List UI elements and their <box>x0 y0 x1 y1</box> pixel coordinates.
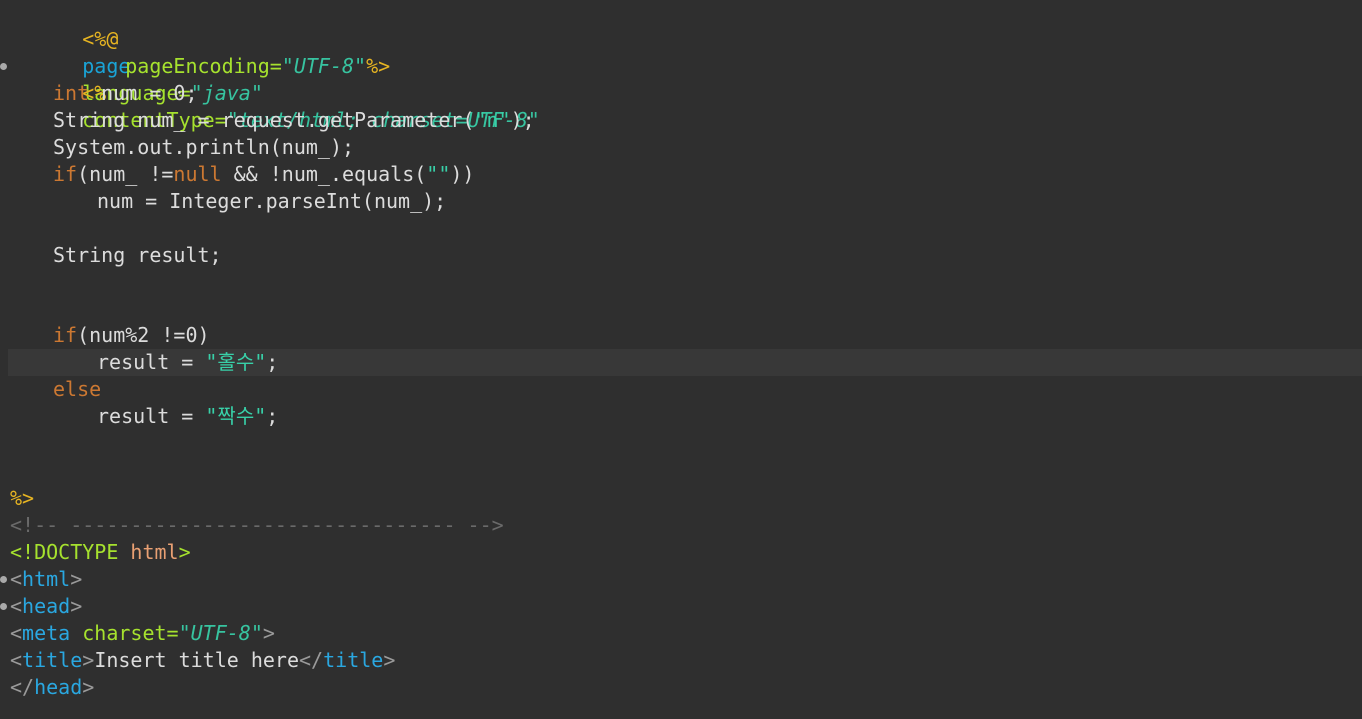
code-line-21[interactable]: <!DOCTYPE html> <box>0 539 1362 566</box>
fold-toggle-icon[interactable] <box>0 603 7 610</box>
fold-toggle-icon[interactable] <box>0 63 7 70</box>
keyword-if: if <box>53 323 78 347</box>
tag-bracket: > <box>262 621 275 645</box>
code-line-6[interactable]: System.out.println(num_); <box>0 134 1362 161</box>
doctype-name: html <box>118 540 179 564</box>
tag-bracket: > <box>70 594 83 618</box>
string-literal: "n" <box>474 108 511 132</box>
fold-toggle-icon[interactable] <box>0 576 7 583</box>
tag-bracket: > <box>82 648 95 672</box>
tag-bracket: < <box>10 594 23 618</box>
code-line-10[interactable]: String result; <box>0 242 1362 269</box>
keyword-null: null <box>173 162 222 186</box>
tag-bracket: > <box>70 567 83 591</box>
tag-bracket: </ <box>299 648 324 672</box>
doctype-open: <!DOCTYPE <box>10 540 119 564</box>
code-text: (num%2 !=0) <box>77 323 210 347</box>
keyword-else: else <box>53 377 102 401</box>
code-text: result = <box>97 350 206 374</box>
code-text: && !num_.equals( <box>221 162 427 186</box>
keyword-if: if <box>53 162 78 186</box>
code-line-25[interactable]: <title>Insert title here</title> <box>0 647 1362 674</box>
tag-name-head: head <box>22 594 71 618</box>
code-line-19[interactable]: %> <box>0 485 1362 512</box>
tag-bracket: > <box>383 648 396 672</box>
code-line-24[interactable]: <meta charset="UTF-8"> <box>0 620 1362 647</box>
code-editor[interactable]: <%@ page language="java" contentType="te… <box>0 0 1362 719</box>
code-line-22[interactable]: <html> <box>0 566 1362 593</box>
title-text: Insert title here <box>94 648 300 672</box>
code-text: String result; <box>53 243 222 267</box>
doctype-close: > <box>178 540 191 564</box>
code-line-1[interactable]: <%@ page language="java" contentType="te… <box>0 0 1362 132</box>
code-text: num = Integer.parseInt(num_); <box>97 189 447 213</box>
code-line-7[interactable]: if(num_ !=null && !num_.equals("")) <box>0 161 1362 188</box>
code-line-2[interactable]: pageEncoding="UTF-8"%> <box>0 26 1362 78</box>
tag-name-head: head <box>34 675 83 699</box>
code-text: num = 0; <box>89 81 198 105</box>
tag-name-meta: meta <box>22 621 71 645</box>
code-line-3[interactable]: <% <box>0 53 1362 105</box>
code-line-14-current[interactable]: result = "홀수"; <box>8 349 1362 376</box>
string-literal: "" <box>426 162 451 186</box>
code-text: result = <box>97 404 206 428</box>
code-line-16[interactable]: result = "짝수"; <box>0 403 1362 430</box>
tag-bracket: > <box>82 675 95 699</box>
code-line-5[interactable]: String num_ = request.getParameter("n"); <box>0 107 1362 134</box>
tag-bracket: < <box>10 567 23 591</box>
code-line-15[interactable]: else <box>0 376 1362 403</box>
code-text: System.out.println(num_); <box>53 135 355 159</box>
code-text: String num_ = request.getParameter( <box>53 108 475 132</box>
tag-name-title: title <box>323 648 384 672</box>
tag-bracket: < <box>10 621 23 645</box>
keyword-int: int <box>53 81 90 105</box>
code-line-4[interactable]: int num = 0; <box>0 80 1362 107</box>
code-text: (num_ != <box>77 162 174 186</box>
code-text: ; <box>266 350 279 374</box>
tag-name-title: title <box>22 648 83 672</box>
attr-charset: charset <box>70 621 167 645</box>
tag-name-html: html <box>22 567 71 591</box>
code-line-8[interactable]: num = Integer.parseInt(num_); <box>0 188 1362 215</box>
code-text: ); <box>510 108 535 132</box>
string-literal: "짝수" <box>205 404 267 428</box>
string-literal: "홀수" <box>205 350 267 374</box>
code-line-23[interactable]: <head> <box>0 593 1362 620</box>
code-text: ; <box>266 404 279 428</box>
tag-bracket: < <box>10 648 23 672</box>
attr-equals: = <box>166 621 179 645</box>
attr-value-charset: "UTF-8" <box>178 621 263 645</box>
code-text: )) <box>450 162 475 186</box>
code-line-20[interactable]: <!-- -------------------------------- --… <box>0 512 1362 539</box>
tag-bracket: </ <box>10 675 35 699</box>
scriptlet-close: %> <box>10 486 35 510</box>
code-line-13[interactable]: if(num%2 !=0) <box>0 322 1362 349</box>
code-line-26[interactable]: </head> <box>0 674 1362 701</box>
html-comment: <!-- -------------------------------- --… <box>10 513 504 537</box>
